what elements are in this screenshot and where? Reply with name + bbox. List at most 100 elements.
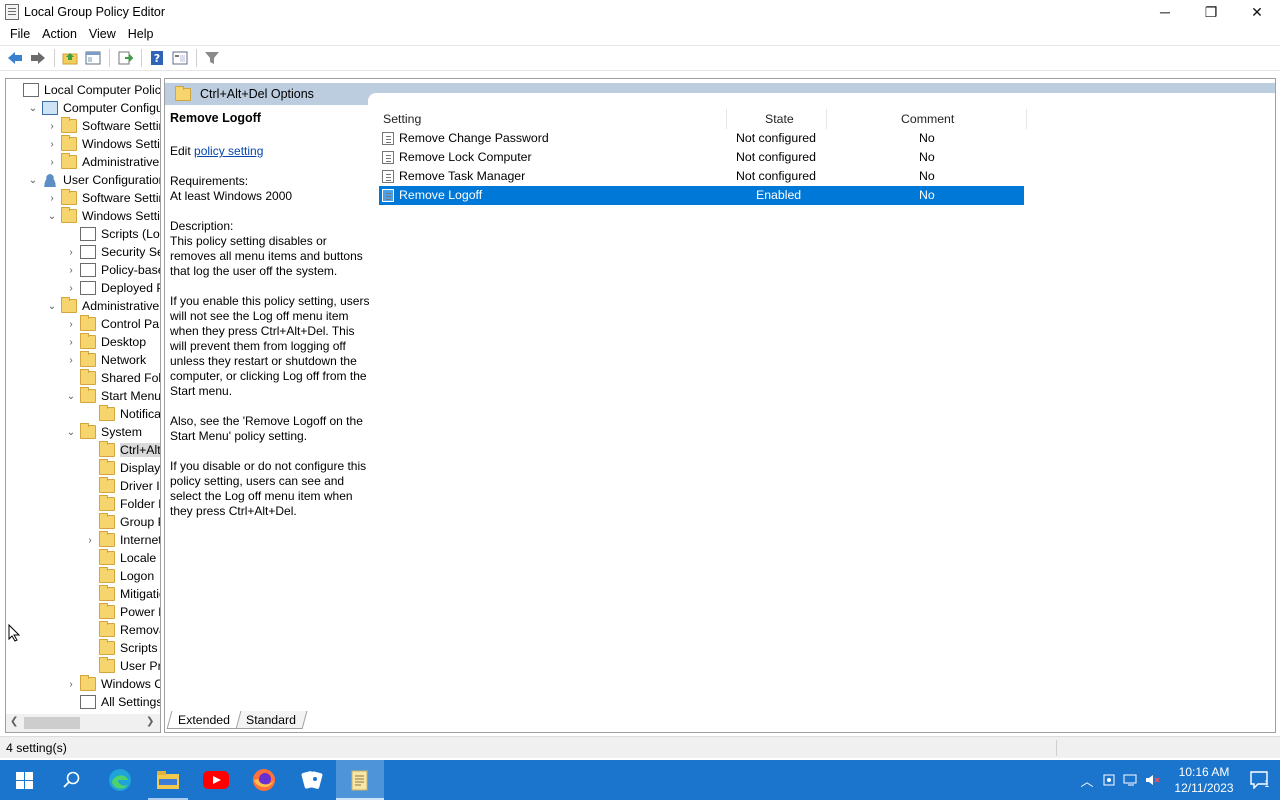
close-button[interactable]: ✕	[1234, 0, 1280, 24]
tree-node[interactable]: ⌄ System	[65, 423, 142, 441]
tree-node[interactable]: ⌄ Administrative Te	[46, 297, 160, 315]
tree-node[interactable]: ⌄ User Configuration	[27, 171, 160, 189]
maximize-button[interactable]: ❐	[1188, 0, 1234, 24]
collapse-chevron-icon[interactable]: ⌄	[27, 171, 39, 189]
column-header-setting[interactable]: Setting	[383, 112, 421, 126]
tree-node[interactable]: ⌄ Windows Setting	[46, 207, 160, 225]
tree-node[interactable]: Driver Inst	[84, 477, 160, 495]
column-header-comment[interactable]: Comment	[901, 112, 954, 126]
expand-chevron-icon[interactable]: ›	[65, 261, 77, 279]
tree-node[interactable]: All Settings	[65, 693, 161, 711]
tree-node[interactable]: Group Pol	[84, 513, 160, 531]
tree-node[interactable]: User Profi	[84, 657, 160, 675]
show-hide-console-tree-icon[interactable]	[82, 47, 104, 69]
table-row[interactable]: Remove Logoff Enabled No	[379, 186, 1024, 205]
expand-chevron-icon[interactable]: ›	[84, 531, 96, 549]
notepad-icon[interactable]	[336, 760, 384, 800]
tree-node[interactable]: Shared Folder	[65, 369, 160, 387]
tree-node[interactable]: Display	[84, 459, 160, 477]
expand-chevron-icon[interactable]: ›	[65, 675, 77, 693]
tree-node[interactable]: Local Computer Policy	[8, 81, 160, 99]
start-icon[interactable]	[0, 760, 48, 800]
firefox-icon[interactable]	[240, 760, 288, 800]
volume-muted-icon[interactable]	[1142, 760, 1164, 800]
file-explorer-icon[interactable]	[144, 760, 192, 800]
tree-node[interactable]: ⌄ Start Menu ar	[65, 387, 160, 405]
tree-node[interactable]: Scripts	[84, 639, 158, 657]
tree-node[interactable]: › Internet C	[84, 531, 160, 549]
tab-extended[interactable]: Extended	[166, 711, 242, 729]
tree-node[interactable]: › Control Panel	[65, 315, 160, 333]
menu-view[interactable]: View	[83, 27, 122, 41]
collapse-chevron-icon[interactable]: ⌄	[46, 207, 58, 225]
tree-node[interactable]: Scripts (Logon	[65, 225, 160, 243]
collapse-chevron-icon[interactable]: ⌄	[27, 99, 39, 117]
export-list-icon[interactable]	[114, 47, 136, 69]
expand-chevron-icon[interactable]: ›	[46, 153, 58, 171]
status-text: 4 setting(s)	[6, 740, 67, 755]
tree-node[interactable]: › Security Setti	[65, 243, 160, 261]
tree-node[interactable]: Folder Rec	[84, 495, 160, 513]
column-header-state[interactable]: State	[765, 112, 794, 126]
tree-node[interactable]: › Policy-based	[65, 261, 160, 279]
expand-chevron-icon[interactable]: ›	[65, 279, 77, 297]
forward-icon[interactable]	[27, 47, 49, 69]
tree-node[interactable]: › Software Settings	[46, 117, 160, 135]
expand-chevron-icon[interactable]: ›	[65, 333, 77, 351]
expand-chevron-icon[interactable]: ›	[46, 135, 58, 153]
search-icon[interactable]	[48, 760, 96, 800]
tree-node[interactable]: Notificatio	[84, 405, 160, 423]
network-icon[interactable]	[1120, 760, 1142, 800]
tree-node[interactable]: › Administrative Te	[46, 153, 160, 171]
tab-standard[interactable]: Standard	[234, 711, 308, 729]
tree-node[interactable]: › Windows Cor	[65, 675, 160, 693]
scroll-left-arrow-icon[interactable]: ❮	[10, 716, 18, 727]
show-hidden-icons-chevron-icon[interactable]: ︿	[1076, 760, 1098, 800]
expand-chevron-icon[interactable]: ›	[65, 351, 77, 369]
minimize-button[interactable]: ─	[1142, 0, 1188, 24]
table-row[interactable]: Remove Lock Computer Not configured No	[379, 148, 1024, 167]
menu-action[interactable]: Action	[36, 27, 83, 41]
tree-node[interactable]: › Windows Setting	[46, 135, 160, 153]
clock[interactable]: 10:16 AM 12/11/2023	[1168, 764, 1240, 796]
table-row[interactable]: Remove Change Password Not configured No	[379, 129, 1024, 148]
tree-node[interactable]: Ctrl+Alt+I	[84, 441, 160, 459]
menu-file[interactable]: File	[4, 27, 36, 41]
console-tree[interactable]: Local Computer Policy ⌄ Computer Configura…	[5, 78, 161, 733]
tree-node[interactable]: ⌄ Computer Configura	[27, 99, 160, 117]
menu-help[interactable]: Help	[122, 27, 160, 41]
collapse-chevron-icon[interactable]: ⌄	[65, 387, 77, 405]
expand-chevron-icon[interactable]: ›	[46, 189, 58, 207]
tree-node[interactable]: › Desktop	[65, 333, 146, 351]
tree-node[interactable]: Locale Ser	[84, 549, 160, 567]
expand-chevron-icon[interactable]: ›	[65, 243, 77, 261]
solitaire-icon[interactable]	[288, 760, 336, 800]
up-folder-icon[interactable]	[59, 47, 81, 69]
table-row[interactable]: Remove Task Manager Not configured No	[379, 167, 1024, 186]
policy-setting-link[interactable]: policy setting	[194, 144, 263, 158]
tree-horizontal-scrollbar[interactable]: ❮ ❯	[6, 714, 160, 732]
scrollbar-thumb[interactable]	[24, 717, 80, 729]
expand-chevron-icon[interactable]: ›	[46, 117, 58, 135]
back-icon[interactable]	[4, 47, 26, 69]
properties-icon[interactable]	[169, 47, 191, 69]
edge-icon[interactable]	[96, 760, 144, 800]
tree-node[interactable]: Power Ma	[84, 603, 160, 621]
meet-now-icon[interactable]	[1098, 760, 1120, 800]
tree-node[interactable]: Removabl	[84, 621, 160, 639]
collapse-chevron-icon[interactable]: ⌄	[46, 297, 58, 315]
tree-node[interactable]: Mitigation	[84, 585, 160, 603]
tree-node[interactable]: › Deployed Prir	[65, 279, 160, 297]
tree-node[interactable]: › Software Settings	[46, 189, 160, 207]
filter-icon[interactable]	[201, 47, 223, 69]
tree-node[interactable]: Logon	[84, 567, 154, 585]
youtube-icon[interactable]	[192, 760, 240, 800]
expand-chevron-icon[interactable]: ›	[65, 315, 77, 333]
collapse-chevron-icon[interactable]: ⌄	[65, 423, 77, 441]
tree-node-label: Software Settings	[82, 119, 160, 133]
tree-node[interactable]: › Network	[65, 351, 146, 369]
scroll-right-arrow-icon[interactable]: ❯	[146, 716, 154, 727]
tree-node-label: All Settings	[101, 695, 161, 709]
help-icon[interactable]: ?	[146, 47, 168, 69]
notification-center-icon[interactable]: 1	[1240, 760, 1280, 800]
